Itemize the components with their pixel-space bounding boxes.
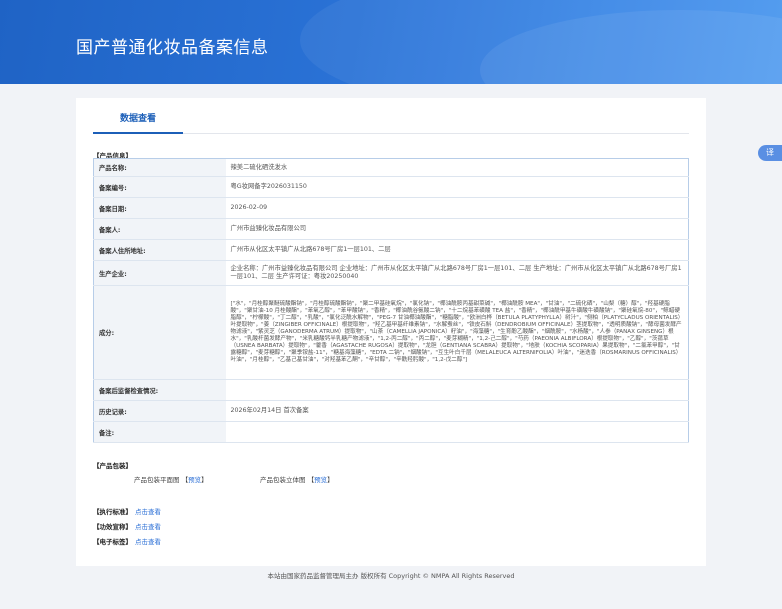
field-label: 备案日期:: [93, 197, 226, 219]
page-title: 国产普通化妆品备案信息: [76, 38, 269, 58]
field-label: 生产企业:: [93, 260, 226, 286]
footer-copyright: 本站由国家药品监督管理局主办 版权所有 Copyright © NMPA All…: [267, 572, 515, 580]
package-stereo-label: 产品包装立体图: [260, 476, 306, 484]
table-row: 备案人住所地址: 广州市从化区太平镇广从北路678号厂房1一层101、二层: [93, 239, 689, 261]
e-label-row: 【电子标签】 点击查看: [93, 536, 161, 546]
field-value: 广州市从化区太平镇广从北路678号厂房1一层101、二层: [225, 239, 689, 261]
field-label: 备案人:: [93, 218, 226, 240]
field-label: 产品名称:: [93, 158, 226, 177]
table-row: 备案日期: 2026-02-09: [93, 197, 689, 219]
table-row: 备案编号: 粤G妆网备字2026031150: [93, 176, 689, 198]
efficacy-label: 【功效宣称】: [93, 523, 132, 531]
e-label-label: 【电子标签】: [93, 538, 132, 546]
field-value: ["水"，"月桂醇聚醚硫酸酯钠"，"月桂醇硫酸酯钠"，"聚二甲基硅氧烷"，"氯化…: [225, 285, 689, 380]
field-label: 成分:: [93, 285, 226, 380]
field-value: [225, 379, 689, 401]
e-label-view-link[interactable]: 点击查看: [135, 538, 161, 546]
field-label: 备案编号:: [93, 176, 226, 198]
preview-flat-link[interactable]: 预览: [188, 476, 201, 484]
product-info-table: 产品名称: 辣美二硫化硒洗发水 备案编号: 粤G妆网备字2026031150 备…: [93, 158, 689, 443]
standard-label: 【执行标准】: [93, 508, 132, 516]
bracket: 】: [327, 476, 334, 484]
field-value: 辣美二硫化硒洗发水: [225, 158, 689, 177]
field-value: 企业名称：广州市益臻化妆品有限公司 企业地址：广州市从化区太平镇广从北路678号…: [225, 260, 689, 286]
table-row: 历史记录: 2026年02月14日 首次备案: [93, 400, 689, 422]
table-row: 成分: ["水"，"月桂醇聚醚硫酸酯钠"，"月桂醇硫酸酯钠"，"聚二甲基硅氧烷"…: [93, 285, 689, 380]
field-value: 2026-02-09: [225, 197, 689, 219]
bracket: 】: [201, 476, 208, 484]
package-stereo-item: 产品包装立体图 【预览】: [260, 474, 334, 484]
tab-bar: 数据查看: [93, 112, 689, 134]
tab-data-view[interactable]: 数据查看: [93, 112, 183, 134]
standard-row: 【执行标准】 点击查看: [93, 506, 161, 516]
package-flat-item: 产品包装平面图 【预览】: [134, 474, 208, 484]
translate-button[interactable]: 译: [758, 145, 782, 161]
efficacy-row: 【功效宣称】 点击查看: [93, 521, 161, 531]
header-banner: 国产普通化妆品备案信息: [0, 0, 782, 84]
preview-stereo-link[interactable]: 预览: [314, 476, 327, 484]
efficacy-view-link[interactable]: 点击查看: [135, 523, 161, 531]
package-flat-label: 产品包装平面图: [134, 476, 180, 484]
table-row: 生产企业: 企业名称：广州市益臻化妆品有限公司 企业地址：广州市从化区太平镇广从…: [93, 260, 689, 286]
field-label: 历史记录:: [93, 400, 226, 422]
field-value: 2026年02月14日 首次备案: [225, 400, 689, 422]
standard-view-link[interactable]: 点击查看: [135, 508, 161, 516]
table-row: 备注:: [93, 421, 689, 443]
table-row: 备案后监督检查情况:: [93, 379, 689, 401]
field-label: 备注:: [93, 421, 226, 443]
field-value: [225, 421, 689, 443]
packaging-section-title: 【产品包装】: [93, 462, 132, 470]
table-row: 产品名称: 辣美二硫化硒洗发水: [93, 158, 689, 177]
field-value: 粤G妆网备字2026031150: [225, 176, 689, 198]
field-value: 广州市益臻化妆品有限公司: [225, 218, 689, 240]
field-label: 备案人住所地址:: [93, 239, 226, 261]
content-card: 数据查看 【产品信息】 产品名称: 辣美二硫化硒洗发水 备案编号: 粤G妆网备字…: [76, 98, 706, 566]
field-label: 备案后监督检查情况:: [93, 379, 226, 401]
table-row: 备案人: 广州市益臻化妆品有限公司: [93, 218, 689, 240]
